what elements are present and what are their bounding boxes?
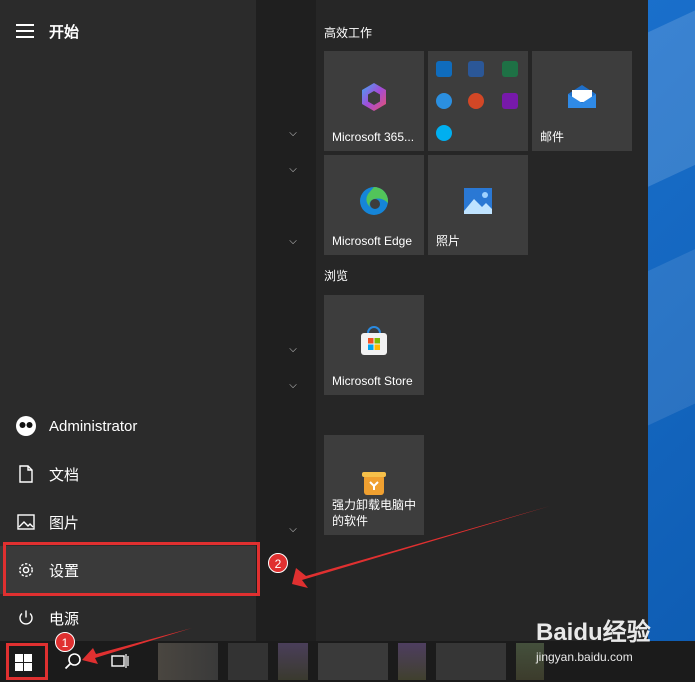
watermark-url: jingyan.baidu.com <box>536 650 633 664</box>
annotation-badge-2: 2 <box>268 553 288 573</box>
arrow-to-start-button <box>82 628 192 664</box>
arrow-to-settings <box>292 506 550 588</box>
watermark-brand: Baidu经验 <box>536 619 651 646</box>
annotation-badge-1: 1 <box>55 632 75 652</box>
annotation-arrows <box>82 506 550 664</box>
baidu-watermark: Baidu经验 jingyan.baidu.com <box>536 612 686 672</box>
